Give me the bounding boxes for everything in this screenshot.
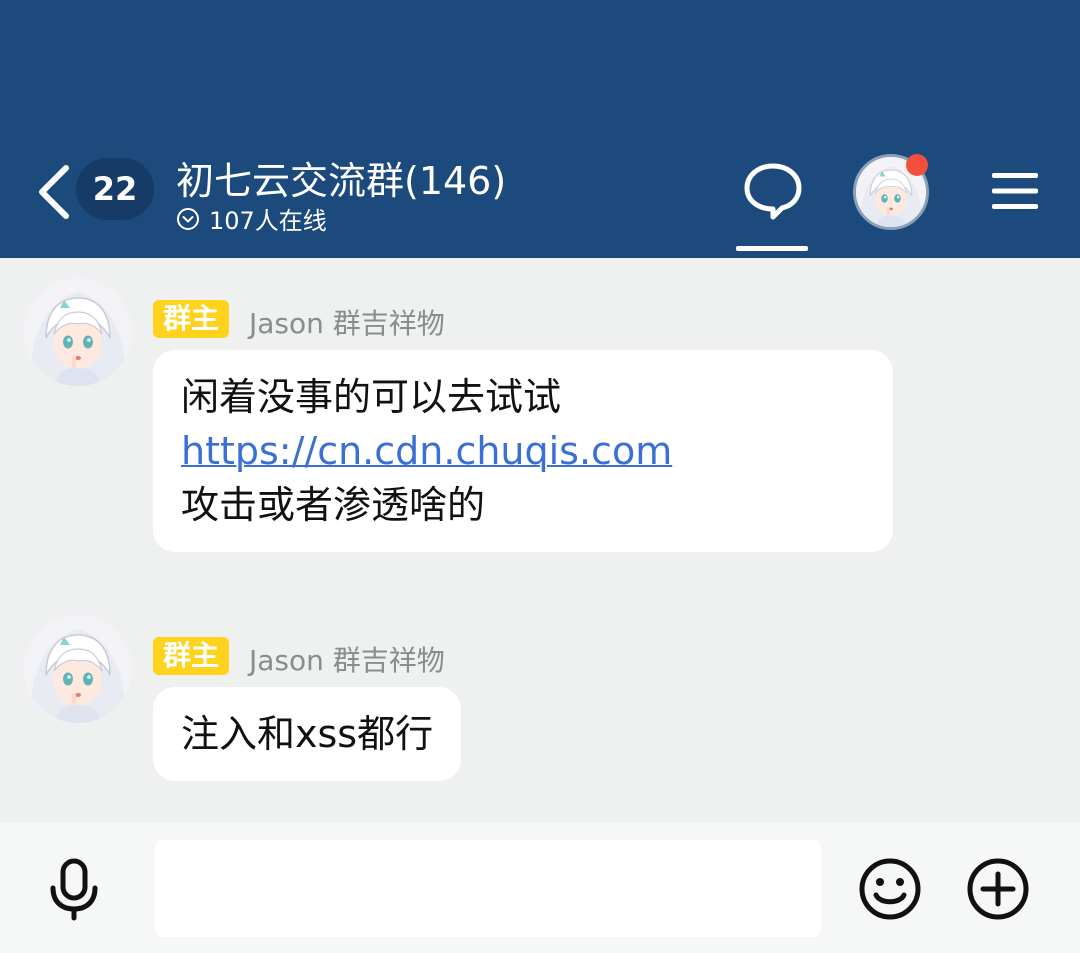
online-status[interactable]: 107人在线 [176,201,327,236]
microphone-icon[interactable] [46,858,102,922]
message-link[interactable]: https://cn.cdn.chuqis.com [181,424,865,478]
online-count-text: 107人在线 [209,207,327,235]
message-input[interactable] [155,840,821,937]
sender-name[interactable]: Jason 群吉祥物 [249,639,445,679]
chat-header: 22 初七云交流群(146) 107人在线 [0,0,1080,258]
message-bubble[interactable]: 闲着没事的可以去试试 https://cn.cdn.chuqis.com 攻击或… [153,350,893,552]
smiley-emoji-icon[interactable] [858,857,922,921]
role-badge: 群主 [153,300,230,338]
message-bubble[interactable]: 注入和xss都行 [153,687,462,781]
group-title[interactable]: 初七云交流群(146) [176,150,506,205]
anime-avatar-icon [24,278,132,386]
header-avatar-button[interactable] [853,154,929,230]
chevron-down-circle-icon [177,207,199,230]
message-text-line: 注入和xss都行 [181,712,434,756]
tab-active-indicator [736,246,808,251]
message-item: 群主 Jason 群吉祥物 闲着没事的可以去试试 https://cn.cdn.… [0,278,1080,578]
chat-bubble-icon [744,163,802,220]
sender-avatar[interactable] [24,615,132,723]
message-text-line: 闲着没事的可以去试试 [181,375,562,419]
chevron-left-icon[interactable] [32,160,76,224]
message-text-line: 攻击或者渗透啥的 [181,483,486,527]
message-list[interactable]: 群主 Jason 群吉祥物 闲着没事的可以去试试 https://cn.cdn.… [0,258,1080,823]
anime-avatar-icon [24,615,132,723]
tab-chat[interactable] [736,156,808,256]
notification-dot [906,154,928,176]
sender-name[interactable]: Jason 群吉祥物 [249,302,445,342]
unread-count-badge[interactable]: 22 [76,158,154,220]
plus-circle-icon[interactable] [966,857,1030,921]
hamburger-menu-icon[interactable] [992,170,1038,212]
role-badge: 群主 [153,637,230,675]
sender-avatar[interactable] [24,278,132,386]
message-item: 群主 Jason 群吉祥物 注入和xss都行 [0,615,1080,805]
